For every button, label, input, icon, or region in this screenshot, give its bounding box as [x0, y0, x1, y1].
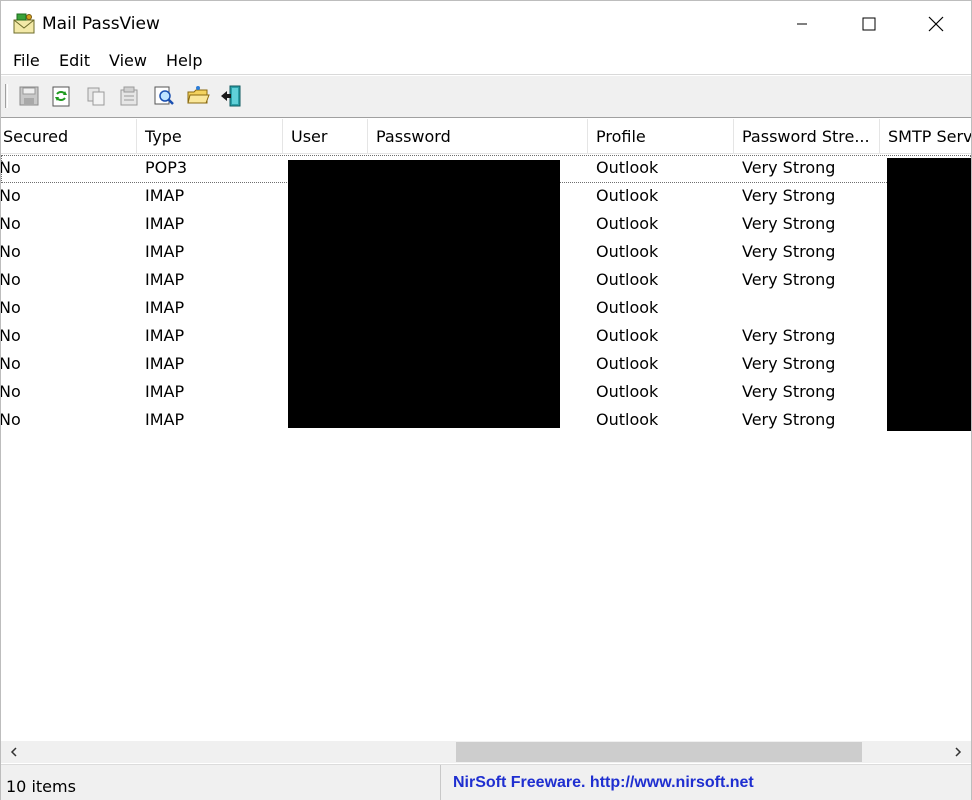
toolbar-grip[interactable] — [5, 84, 8, 108]
close-icon — [928, 16, 944, 32]
nirsoft-link[interactable]: NirSoft Freeware. http://www.nirsoft.net — [453, 774, 754, 792]
save-button[interactable] — [17, 84, 41, 108]
cell-password-strength: Very Strong — [742, 242, 836, 261]
cell-password-strength: Very Strong — [742, 270, 836, 289]
cell-secured: No — [1, 270, 21, 289]
app-window: Mail PassView File Edit View Help Secure… — [0, 0, 972, 800]
item-count: 10 items — [6, 777, 76, 796]
cell-profile: Outlook — [596, 298, 659, 317]
cell-profile: Outlook — [596, 158, 659, 177]
cell-type: IMAP — [145, 214, 185, 233]
cell-profile: Outlook — [596, 214, 659, 233]
cell-type: POP3 — [145, 158, 188, 177]
window-title: Mail PassView — [42, 14, 160, 34]
cell-profile: Outlook — [596, 382, 659, 401]
close-button[interactable] — [901, 1, 971, 47]
properties-button[interactable] — [117, 84, 141, 108]
cell-secured: No — [1, 158, 21, 177]
find-button[interactable] — [152, 84, 176, 108]
cell-secured: No — [1, 382, 21, 401]
cell-profile: Outlook — [596, 186, 659, 205]
column-header-smtp-server[interactable]: SMTP Serv — [880, 119, 971, 154]
list-header: Secured Type User Password Profile Passw… — [1, 119, 971, 154]
menu-view[interactable]: View — [107, 51, 149, 70]
menu-help[interactable]: Help — [164, 51, 204, 70]
cell-profile: Outlook — [596, 326, 659, 345]
status-bar: 10 items NirSoft Freeware. http://www.ni… — [1, 764, 971, 800]
cell-secured: No — [1, 214, 21, 233]
cell-type: IMAP — [145, 298, 185, 317]
cell-secured: No — [1, 354, 21, 373]
cell-secured: No — [1, 410, 21, 429]
horizontal-scrollbar[interactable] — [1, 741, 971, 763]
scroll-thumb[interactable] — [456, 742, 862, 762]
cell-type: IMAP — [145, 326, 185, 345]
cell-secured: No — [1, 242, 21, 261]
find-icon — [154, 86, 174, 105]
cell-password-strength: Very Strong — [742, 214, 836, 233]
column-header-profile[interactable]: Profile — [588, 119, 734, 154]
toolbar — [1, 76, 971, 118]
menu-edit[interactable]: Edit — [57, 51, 92, 70]
open-folder-icon — [187, 86, 210, 104]
cell-type: IMAP — [145, 382, 185, 401]
exit-button[interactable] — [219, 84, 243, 108]
save-icon — [19, 86, 39, 106]
column-header-password-strength[interactable]: Password Stre... — [734, 119, 880, 154]
cell-type: IMAP — [145, 410, 185, 429]
scroll-left-button[interactable] — [3, 741, 25, 763]
maximize-icon — [862, 17, 876, 31]
redaction-block-credentials — [288, 160, 560, 428]
scroll-right-button[interactable] — [947, 741, 969, 763]
title-bar[interactable]: Mail PassView — [1, 1, 971, 47]
cell-password-strength: Very Strong — [742, 354, 836, 373]
envelope-key-icon — [13, 13, 35, 35]
cell-password-strength: Very Strong — [742, 186, 836, 205]
menu-bar: File Edit View Help — [1, 47, 971, 75]
cell-type: IMAP — [145, 242, 185, 261]
cell-profile: Outlook — [596, 410, 659, 429]
cell-type: IMAP — [145, 354, 185, 373]
accounts-list[interactable]: Secured Type User Password Profile Passw… — [1, 119, 971, 741]
column-header-password[interactable]: Password — [368, 119, 588, 154]
cell-profile: Outlook — [596, 242, 659, 261]
cell-password-strength: Very Strong — [742, 410, 836, 429]
column-header-user[interactable]: User — [283, 119, 368, 154]
cell-type: IMAP — [145, 186, 185, 205]
cell-secured: No — [1, 326, 21, 345]
status-pane-count: 10 items — [1, 765, 441, 800]
maximize-button[interactable] — [834, 1, 904, 47]
chevron-right-icon — [955, 747, 962, 757]
redaction-block-smtp — [887, 158, 971, 431]
copy-icon — [87, 87, 105, 106]
cell-secured: No — [1, 186, 21, 205]
cell-password-strength: Very Strong — [742, 158, 836, 177]
refresh-icon — [52, 86, 70, 107]
cell-profile: Outlook — [596, 270, 659, 289]
cell-type: IMAP — [145, 270, 185, 289]
minimize-icon — [797, 23, 807, 25]
menu-file[interactable]: File — [11, 51, 42, 70]
open-folder-button[interactable] — [186, 84, 210, 108]
minimize-button[interactable] — [767, 1, 837, 47]
cell-password-strength: Very Strong — [742, 382, 836, 401]
cell-password-strength: Very Strong — [742, 326, 836, 345]
column-header-type[interactable]: Type — [137, 119, 283, 154]
copy-button[interactable] — [84, 84, 108, 108]
chevron-left-icon — [10, 747, 17, 757]
refresh-button[interactable] — [49, 84, 73, 108]
exit-icon — [221, 85, 241, 107]
cell-secured: No — [1, 298, 21, 317]
cell-profile: Outlook — [596, 354, 659, 373]
properties-icon — [120, 86, 138, 106]
column-header-secured[interactable]: Secured — [1, 119, 137, 154]
